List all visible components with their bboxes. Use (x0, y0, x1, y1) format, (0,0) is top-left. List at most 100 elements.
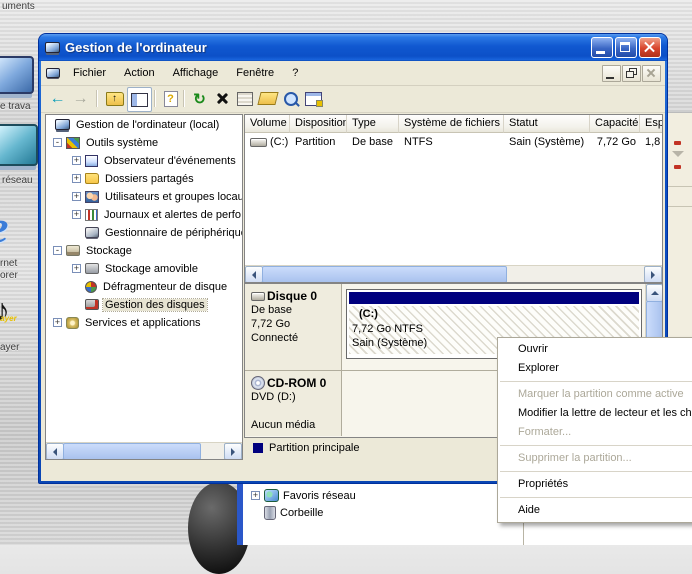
expand-toggle[interactable]: + (53, 318, 62, 327)
open-button[interactable] (256, 87, 279, 110)
tree-item-defragmenteur[interactable]: Défragmenteur de disque (46, 277, 242, 295)
properties-button[interactable] (233, 87, 256, 110)
tree-item-label: Stockage (84, 245, 134, 257)
scroll-right-button[interactable] (224, 443, 242, 460)
collapse-toggle[interactable]: - (53, 138, 62, 147)
expand-toggle[interactable]: + (72, 192, 81, 201)
menu-action[interactable]: Action (115, 62, 164, 84)
toolbar-separator (183, 90, 184, 107)
menu-item-ouvrir[interactable]: Ouvrir (498, 340, 692, 359)
help-topics-button[interactable]: ? (159, 87, 182, 110)
volume-list-panel: Volume Disposition Type Système de fichi… (244, 114, 663, 283)
column-header-type[interactable]: Type (347, 115, 399, 133)
local-users-icon (85, 191, 99, 203)
column-header-espace[interactable]: Esp (640, 115, 662, 133)
right-arrow-icon (231, 448, 239, 456)
scroll-left-button[interactable] (46, 443, 64, 460)
disk0-size: 7,72 Go (251, 317, 341, 331)
tree-item-journaux-alertes[interactable]: + Journaux et alertes de perfo (46, 205, 242, 223)
scrollbar-thumb[interactable] (63, 443, 201, 460)
tree-item-corbeille[interactable]: Corbeille (251, 506, 323, 520)
column-header-statut[interactable]: Statut (504, 115, 590, 133)
column-header-capacite[interactable]: Capacité (590, 115, 640, 133)
tree-item-label: Défragmenteur de disque (101, 281, 229, 293)
menu-item-explorer[interactable]: Explorer (498, 359, 692, 378)
expand-toggle[interactable]: + (72, 156, 81, 165)
cell-espace: 1,8 (640, 136, 662, 148)
up-folder-button[interactable]: ↑ (103, 87, 126, 110)
menu-fichier[interactable]: Fichier (64, 62, 115, 84)
tree-item-utilisateurs-groupes[interactable]: + Utilisateurs et groupes locaux (46, 187, 242, 205)
scroll-right-button[interactable] (644, 266, 662, 283)
show-console-tree-button[interactable] (127, 87, 152, 112)
menu-item-proprietes[interactable]: Propriétés (498, 475, 692, 494)
menu-item-modifier-lettre-lecteur[interactable]: Modifier la lettre de lecteur et les che… (498, 404, 692, 423)
tree-item-observateur-evenements[interactable]: + Observateur d'événements (46, 151, 242, 169)
menu-item-aide[interactable]: Aide (498, 501, 692, 520)
media-player-icon[interactable]: ♪layer (0, 292, 10, 329)
caption-buttons (591, 37, 661, 58)
expand-toggle[interactable]: + (72, 264, 81, 273)
tree-item-gestion-des-disques[interactable]: Gestion des disques (46, 295, 242, 313)
tree-item-services-applications[interactable]: + Services et applications (46, 313, 242, 331)
back-button[interactable]: ← (46, 87, 69, 110)
expand-toggle[interactable]: + (72, 174, 81, 183)
tree-item-favoris-reseau[interactable]: + Favoris réseau (251, 489, 356, 502)
list-horizontal-scrollbar[interactable] (245, 265, 662, 282)
desktop-label-internet-2[interactable]: orer (0, 270, 18, 281)
mdi-child-icon[interactable] (46, 68, 60, 78)
desktop-label-network[interactable]: réseau (2, 175, 33, 186)
expand-toggle[interactable]: + (251, 491, 260, 500)
refresh-button[interactable]: ↻ (188, 87, 211, 110)
cdrom-label-panel[interactable]: CD-ROM 0 DVD (D:) Aucun média (245, 371, 342, 436)
disk0-label-panel[interactable]: Disque 0 De base 7,72 Go Connecté (245, 284, 342, 370)
forward-icon: → (73, 90, 89, 108)
scroll-left-button[interactable] (245, 266, 263, 283)
tree-item-dossiers-partages[interactable]: + Dossiers partagés (46, 169, 242, 187)
new-window-icon (305, 92, 322, 106)
find-button[interactable] (279, 87, 302, 110)
desktop-label-player[interactable]: ayer (0, 342, 19, 353)
disk-icon (251, 292, 265, 301)
menu-item-formater: Formater... (498, 423, 692, 442)
my-computer-icon[interactable] (0, 56, 34, 94)
tree-item-label: Favoris réseau (283, 490, 356, 502)
volume-row-c[interactable]: (C:) Partition De base NTFS Sain (Systèm… (245, 133, 662, 151)
tree-item-label-selected: Gestion des disques (103, 299, 207, 311)
scrollbar-thumb[interactable] (262, 266, 507, 283)
tree-item-gestionnaire-peripheriques[interactable]: Gestionnaire de périphériques (46, 223, 242, 241)
close-button[interactable] (639, 37, 661, 58)
network-neighborhood-icon[interactable] (0, 124, 38, 166)
column-header-volume[interactable]: Volume (245, 115, 290, 133)
tree-horizontal-scrollbar[interactable] (46, 442, 242, 459)
minimize-button[interactable] (591, 37, 613, 58)
console-tree-panel: Gestion de l'ordinateur (local) - Outils… (45, 114, 243, 460)
tree-item-stockage[interactable]: - Stockage (46, 241, 242, 259)
new-window-button[interactable] (302, 87, 325, 110)
expand-toggle[interactable]: + (72, 210, 81, 219)
internet-explorer-icon[interactable]: e (0, 200, 8, 253)
menu-fenetre[interactable]: Fenêtre (227, 62, 283, 84)
tree-item-stockage-amovible[interactable]: + Stockage amovible (46, 259, 242, 277)
child-restore-button[interactable] (622, 65, 641, 82)
maximize-button[interactable] (615, 37, 637, 58)
tree-root-computer-management[interactable]: Gestion de l'ordinateur (local) (46, 115, 242, 133)
column-header-systeme-fichiers[interactable]: Système de fichiers (399, 115, 504, 133)
menu-aide[interactable]: ? (283, 62, 307, 84)
title-bar[interactable]: Gestion de l'ordinateur (39, 34, 667, 61)
tree-item-outils-systeme[interactable]: - Outils système (46, 133, 242, 151)
scroll-up-button[interactable] (646, 284, 663, 302)
desktop-label-documents[interactable]: uments (2, 1, 35, 12)
scrollbar-thumb[interactable] (646, 301, 663, 341)
network-places-icon (264, 489, 279, 502)
column-header-disposition[interactable]: Disposition (290, 115, 347, 133)
desktop-label-internet-1[interactable]: rnet (0, 258, 17, 269)
delete-button[interactable] (211, 87, 234, 110)
removable-storage-icon (85, 263, 99, 274)
desktop-label-workstation[interactable]: e trava (0, 101, 31, 112)
collapse-toggle[interactable]: - (53, 246, 62, 255)
primary-partition-color-swatch (253, 443, 263, 453)
menu-affichage[interactable]: Affichage (164, 62, 228, 84)
cell-systeme-fichiers: NTFS (399, 136, 504, 148)
child-minimize-button[interactable] (602, 65, 621, 82)
